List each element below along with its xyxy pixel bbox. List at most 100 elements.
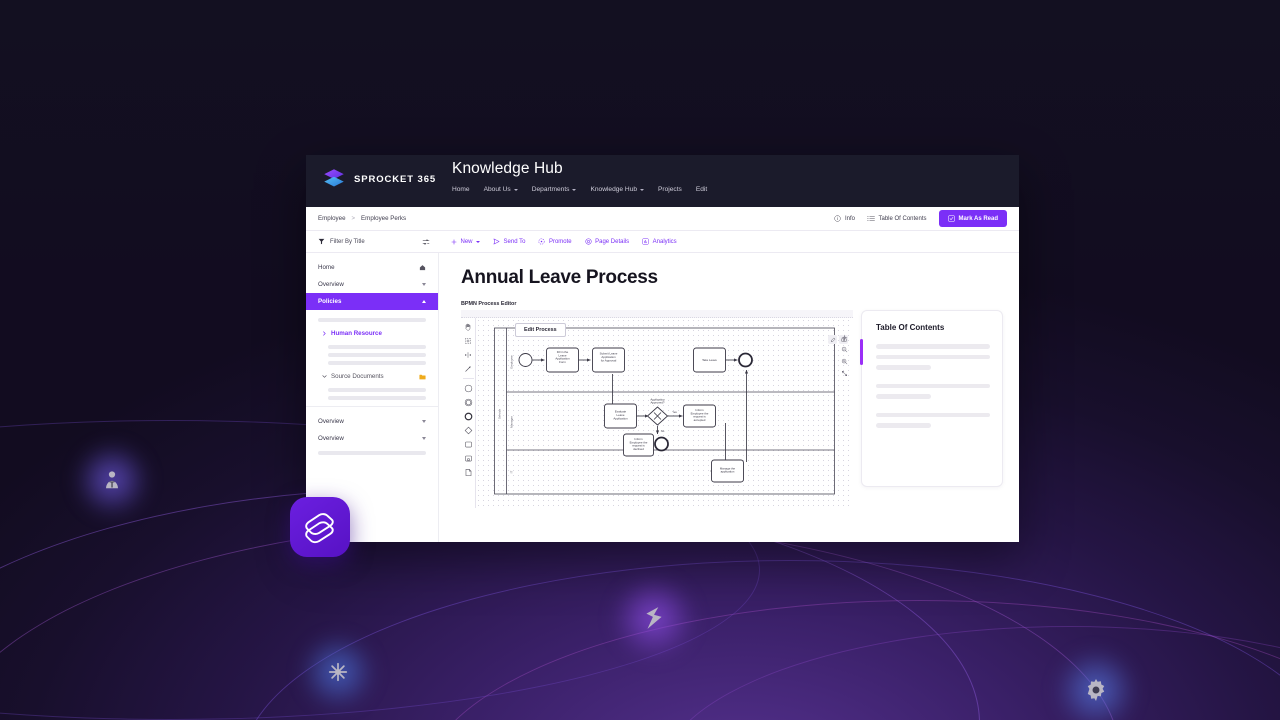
- fit-viewport-icon[interactable]: [840, 369, 849, 378]
- bpmn-task-manage-application[interactable]: Manage the application: [711, 459, 744, 483]
- nav-item-projects[interactable]: Projects: [658, 186, 682, 193]
- sidebar-item-label: Overview: [318, 418, 344, 425]
- nav-item-knowledge-hub[interactable]: Knowledge Hub: [590, 186, 645, 193]
- bpmn-flow-label-no: No: [661, 429, 665, 433]
- sidebar-skeleton-line: [328, 361, 426, 365]
- end-event-icon[interactable]: [463, 411, 474, 422]
- sidebar-item-label: Source Documents: [331, 373, 384, 380]
- zoom-out-icon[interactable]: [840, 345, 849, 354]
- bpmn-task-evaluate-application[interactable]: Evaluate Leave Application: [604, 403, 637, 429]
- bpmn-task-fill-form[interactable]: Fill in the Leave Application Form: [546, 347, 579, 373]
- info-button[interactable]: Info: [834, 215, 855, 222]
- brand-name: SPROCKET 365: [354, 173, 437, 185]
- toc-accent-bar: [860, 339, 863, 365]
- palette-divider: [462, 378, 474, 379]
- bpmn-editor-topbar: [461, 310, 853, 318]
- promote-label: Promote: [548, 238, 572, 245]
- chevron-down-icon: [513, 188, 518, 191]
- info-circle-icon: [834, 215, 842, 222]
- hand-tool-icon[interactable]: [463, 321, 474, 332]
- nav-label: Knowledge Hub: [590, 186, 638, 193]
- bpmn-pool-label: Service: [498, 409, 502, 419]
- bpmn-end-event-manager[interactable]: [654, 436, 669, 452]
- toc-skeleton-line: [876, 365, 931, 370]
- breadcrumb-separator: >: [351, 215, 356, 222]
- sidebar-item-source-documents[interactable]: Source Documents: [306, 369, 438, 384]
- analytics-label: Analytics: [652, 238, 677, 245]
- breadcrumb-item-employee-perks[interactable]: Employee Perks: [361, 215, 406, 222]
- bpmn-task-submit-application[interactable]: Submit Leave Application for Approval: [592, 347, 625, 373]
- plus-icon: [451, 239, 457, 244]
- breadcrumb-item-employee[interactable]: Employee: [318, 215, 346, 222]
- zoom-in-icon[interactable]: [840, 357, 849, 366]
- table-of-contents-panel: Table Of Contents: [860, 310, 1003, 487]
- nav-label: Home: [452, 186, 470, 193]
- start-event-icon[interactable]: [463, 383, 474, 394]
- app-header: SPROCKET 365 Knowledge Hub Home About Us…: [306, 155, 1019, 207]
- bpmn-task-label-2: Submit Leave Application for Approval: [600, 352, 618, 363]
- edit-process-button[interactable]: Edit Process: [515, 323, 566, 337]
- nav-item-about-us[interactable]: About Us: [484, 186, 518, 193]
- funnel-icon: [318, 238, 325, 245]
- page-header-title: Knowledge Hub: [452, 160, 563, 177]
- sidebar-item-label: Overview: [318, 281, 344, 288]
- bpmn-start-event[interactable]: [518, 353, 533, 367]
- floating-app-badge[interactable]: [290, 497, 350, 557]
- sprocket-layers-logo-icon: [305, 513, 334, 544]
- sidebar-item-overview-2[interactable]: Overview: [306, 413, 438, 430]
- bpmn-gateway-application-approved[interactable]: Application Approved?: [646, 397, 669, 426]
- data-object-icon[interactable]: [463, 467, 474, 478]
- page-details-button[interactable]: Page Details: [585, 238, 630, 245]
- bpmn-canvas[interactable]: Edit Process Service Employee Manager IT…: [476, 318, 853, 508]
- page-details-label: Page Details: [595, 238, 630, 245]
- lasso-tool-icon[interactable]: [463, 335, 474, 346]
- sidebar-item-overview-1[interactable]: Overview: [306, 276, 438, 293]
- connect-tool-icon[interactable]: [463, 363, 474, 374]
- bpmn-task-inform-declined[interactable]: Inform Employee the request is declined: [623, 433, 654, 457]
- subprocess-icon[interactable]: [463, 453, 474, 464]
- list-toggle-icon[interactable]: [422, 238, 430, 246]
- sidebar-item-overview-3[interactable]: Overview: [306, 430, 438, 447]
- brand[interactable]: SPROCKET 365: [306, 155, 452, 191]
- chevron-right-icon: [323, 331, 326, 336]
- bpmn-task-inform-accepted[interactable]: Inform Employee the request is accepted: [683, 404, 716, 428]
- edit-marker-icon[interactable]: [828, 335, 837, 344]
- gateway-icon[interactable]: [463, 425, 474, 436]
- bpmn-editor-body: Edit Process Service Employee Manager IT…: [461, 318, 853, 508]
- promote-button[interactable]: Promote: [538, 238, 572, 245]
- analytics-button[interactable]: Analytics: [642, 238, 677, 245]
- bpmn-lane-label-manager: Manager: [510, 416, 514, 428]
- sprocket-layers-logo-icon: [322, 167, 346, 191]
- send-to-button[interactable]: Send To: [493, 238, 525, 245]
- bpmn-palette: [461, 318, 476, 508]
- command-bar: Filter By Title New Send To Promote Page…: [306, 231, 1019, 253]
- toc-skeleton-line: [876, 383, 990, 388]
- table-of-contents-button[interactable]: Table Of Contents: [867, 215, 927, 222]
- chevron-down-icon: [476, 240, 481, 243]
- bpmn-task-take-leave[interactable]: Take Leave: [693, 347, 726, 373]
- sidebar-item-human-resource[interactable]: Human Resource: [306, 326, 438, 341]
- new-button[interactable]: New: [451, 239, 481, 245]
- zoom-reset-icon[interactable]: [840, 333, 849, 342]
- toc-panel-title: Table Of Contents: [876, 323, 945, 332]
- header-actions: Info Table Of Contents Mark As Read: [834, 210, 1007, 227]
- app-window: SPROCKET 365 Knowledge Hub Home About Us…: [306, 155, 1019, 542]
- bpmn-diagram[interactable]: Service Employee Manager IT Fill in the …: [480, 322, 849, 498]
- sidebar-skeleton-line: [318, 318, 426, 322]
- intermediate-event-icon[interactable]: [463, 397, 474, 408]
- mark-as-read-button[interactable]: Mark As Read: [938, 210, 1007, 227]
- send-to-label: Send To: [503, 238, 526, 245]
- nav-item-departments[interactable]: Departments: [532, 186, 577, 193]
- toc-label: Table Of Contents: [878, 215, 927, 222]
- task-icon[interactable]: [463, 439, 474, 450]
- promote-icon: [538, 238, 545, 245]
- nav-item-edit[interactable]: Edit: [696, 186, 707, 193]
- sidebar-item-home[interactable]: Home: [306, 259, 438, 276]
- bpmn-end-event-employee[interactable]: [738, 352, 753, 368]
- filter-by-title-control[interactable]: Filter By Title: [318, 238, 365, 245]
- gear-icon: [1056, 650, 1136, 720]
- nav-item-home[interactable]: Home: [452, 186, 470, 193]
- sidebar-item-policies[interactable]: Policies: [306, 293, 438, 310]
- space-tool-icon[interactable]: [463, 349, 474, 360]
- zoom-controls: [840, 333, 849, 378]
